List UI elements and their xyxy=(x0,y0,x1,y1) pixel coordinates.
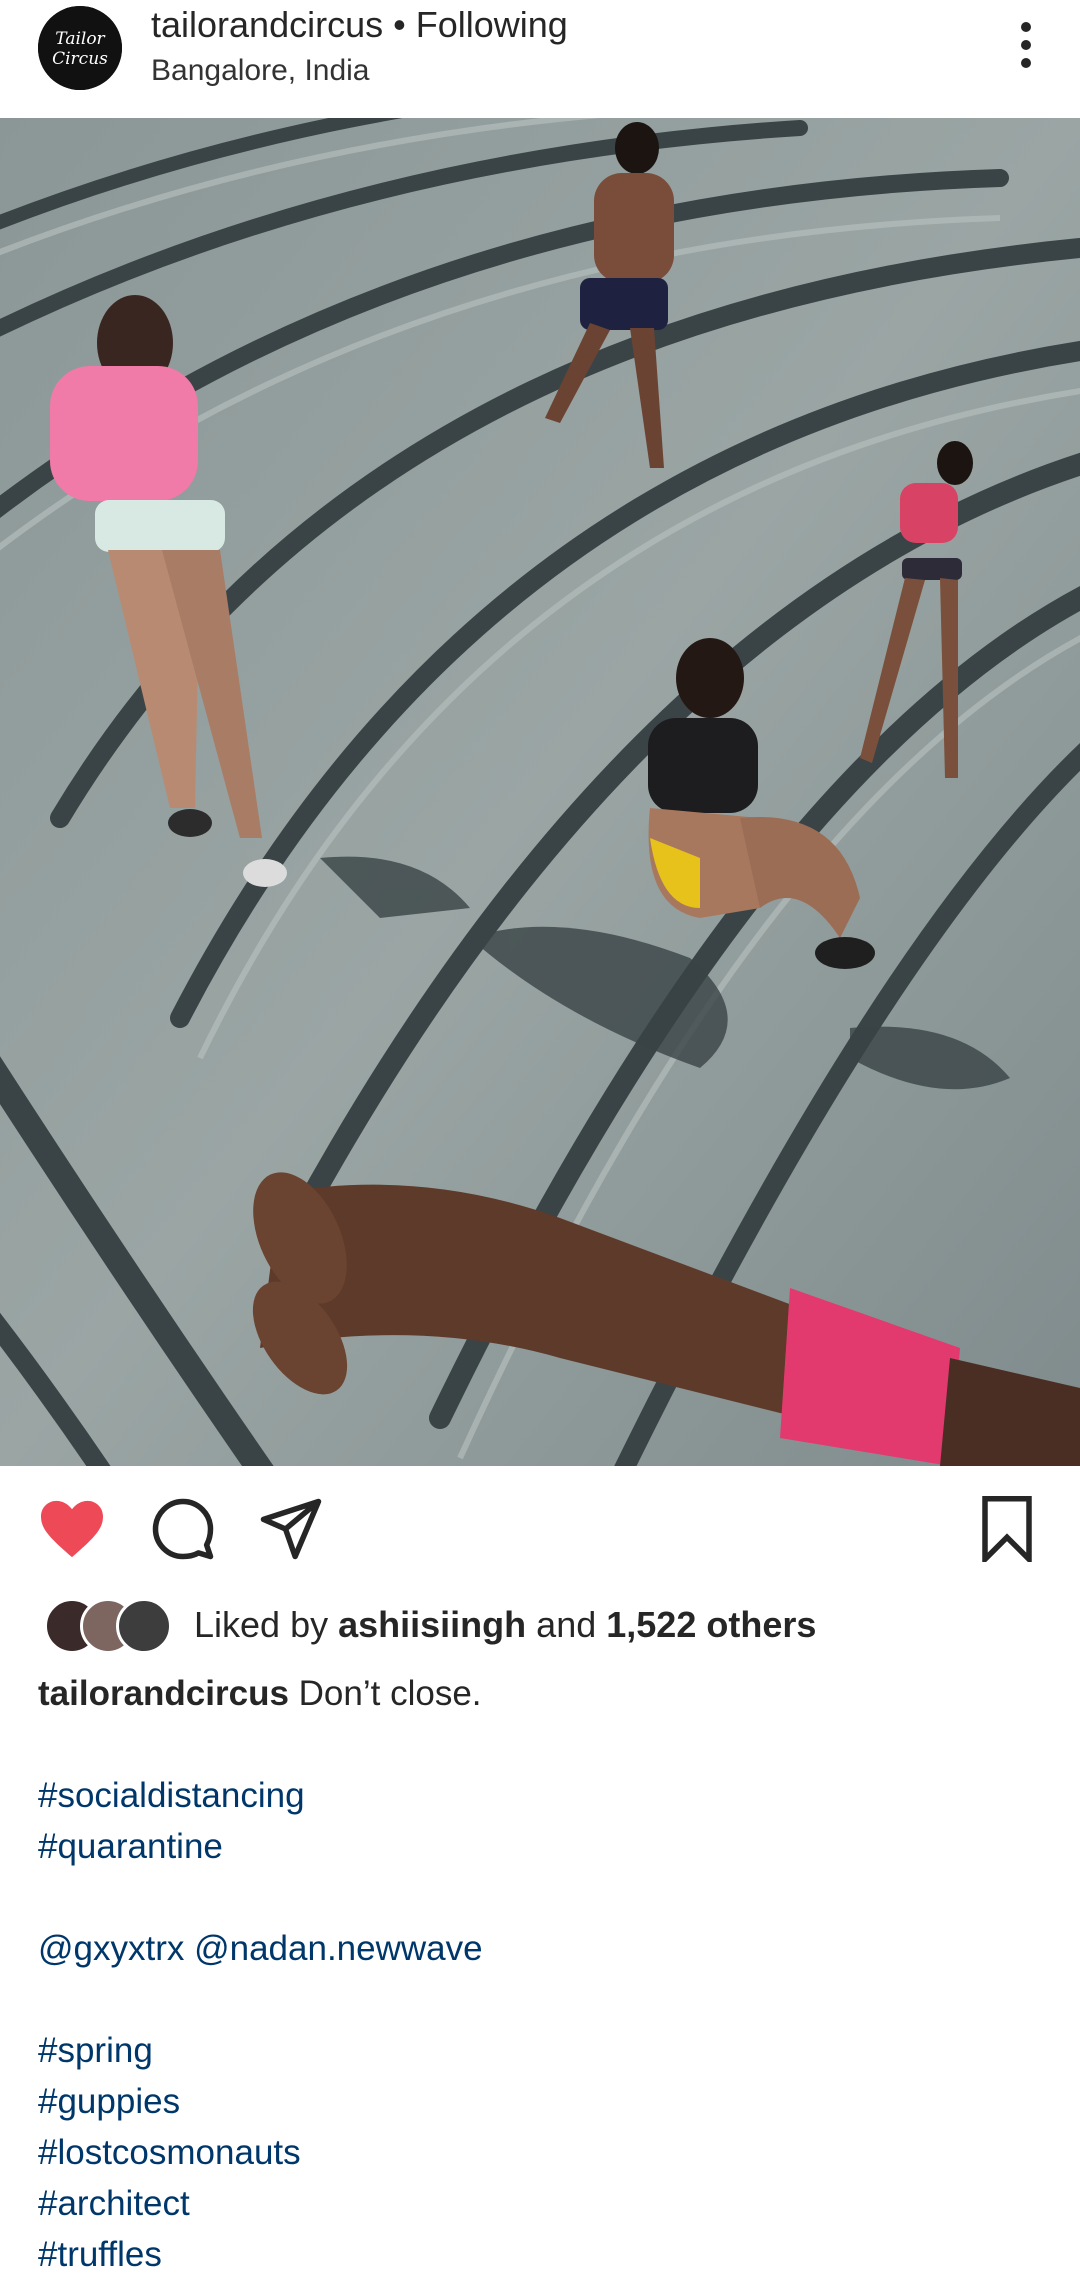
caption-username[interactable]: tailorandcircus xyxy=(38,1674,289,1713)
hashtag[interactable]: #spring xyxy=(38,2025,1038,2076)
likes-count: 1,522 others xyxy=(606,1604,817,1645)
svg-text:Tailor: Tailor xyxy=(55,29,105,49)
liker-avatar-3 xyxy=(116,1598,172,1654)
likes-row[interactable]: Liked by ashiisiingh and 1,522 others xyxy=(38,1596,1038,1656)
post-username[interactable]: tailorandcircus xyxy=(151,4,383,45)
hashtag[interactable]: #architect xyxy=(38,2178,1038,2229)
hashtag[interactable]: #guppies xyxy=(38,2076,1038,2127)
svg-text:Circus: Circus xyxy=(52,49,108,69)
caption-text: Don’t close. xyxy=(298,1674,482,1713)
hashtag[interactable]: #lostcosmonauts xyxy=(38,2127,1038,2178)
more-vertical-icon[interactable] xyxy=(1016,22,1036,72)
hashtag[interactable]: #quarantine xyxy=(38,1821,1038,1872)
profile-avatar[interactable]: Tailor Circus xyxy=(38,6,122,90)
liker-username: ashiisiingh xyxy=(338,1604,527,1645)
avatar-logo: Tailor Circus xyxy=(38,6,122,90)
heart-filled-icon[interactable] xyxy=(38,1498,106,1560)
paper-plane-icon[interactable] xyxy=(258,1496,324,1562)
post-photo[interactable] xyxy=(0,118,1080,1466)
hashtag[interactable]: #socialdistancing xyxy=(38,1770,1038,1821)
comment-bubble-icon[interactable] xyxy=(150,1496,216,1562)
hashtag[interactable]: #truffles xyxy=(38,2229,1038,2280)
bookmark-icon[interactable] xyxy=(978,1496,1036,1562)
post-caption: tailorandcircus Don’t close. #socialdist… xyxy=(38,1668,1038,2280)
amphitheater-photo xyxy=(0,118,1080,1466)
likes-summary[interactable]: Liked by ashiisiingh and 1,522 others xyxy=(194,1604,816,1646)
post-location[interactable]: Bangalore, India xyxy=(151,54,370,88)
follow-status[interactable]: • Following xyxy=(393,4,568,45)
username-line: tailorandcircus • Following xyxy=(151,4,568,46)
post-header: Tailor Circus tailorandcircus • Followin… xyxy=(0,0,1080,118)
post-actions xyxy=(0,1466,1080,1596)
mentions[interactable]: @gxyxtrx @nadan.newwave xyxy=(38,1923,1038,1974)
